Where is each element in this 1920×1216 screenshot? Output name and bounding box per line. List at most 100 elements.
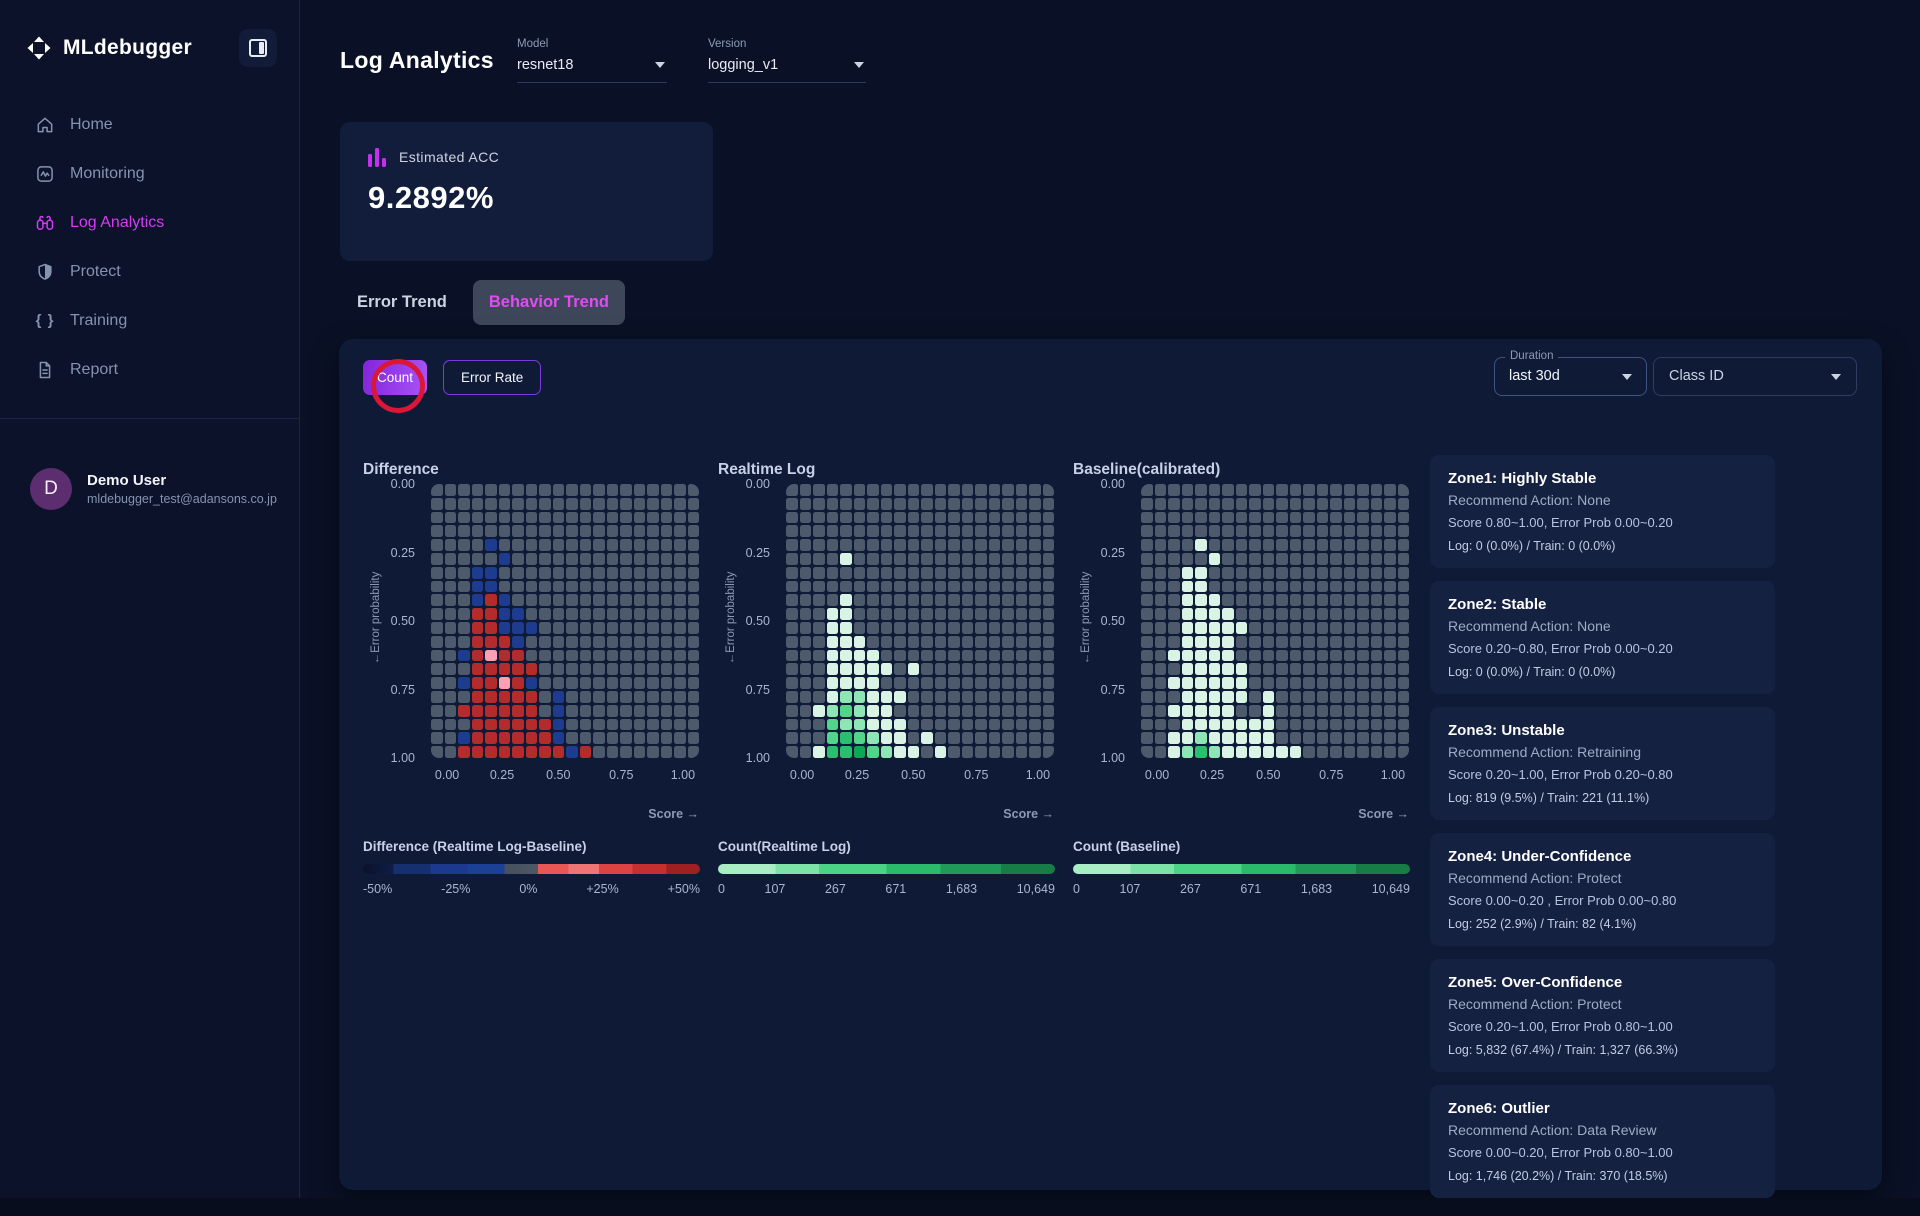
sidebar-item-log-analytics[interactable]: Log Analytics bbox=[0, 198, 299, 247]
logo-row: MLdebugger bbox=[26, 26, 277, 70]
duration-select-value: last 30d bbox=[1509, 368, 1560, 384]
heatmap-grid bbox=[786, 484, 1054, 758]
legend-title: Count (Baseline) bbox=[1073, 839, 1180, 854]
zone-card-2: Zone2: Stable Recommend Action: None Sco… bbox=[1430, 581, 1775, 694]
chart-title: Baseline(calibrated) bbox=[1073, 461, 1220, 479]
legend-tick: 1,683 bbox=[946, 882, 977, 896]
user-email: mldebugger_test@adansons.co.jp bbox=[87, 492, 277, 506]
chevron-down-icon bbox=[655, 62, 665, 68]
document-icon bbox=[35, 360, 55, 380]
zone-range: Score 0.00~0.20, Error Prob 0.80~1.00 bbox=[1448, 1145, 1757, 1160]
legend-tick: -25% bbox=[441, 882, 470, 896]
x-tick: 0.25 bbox=[490, 768, 514, 782]
x-tick: 0.50 bbox=[1256, 768, 1280, 782]
x-tick: 0.75 bbox=[609, 768, 633, 782]
zone-title: Zone6: Outlier bbox=[1448, 1100, 1757, 1117]
zone-card-3: Zone3: Unstable Recommend Action: Retrai… bbox=[1430, 707, 1775, 820]
count-button[interactable]: Count bbox=[363, 360, 427, 395]
tab-error-trend[interactable]: Error Trend bbox=[341, 280, 463, 325]
y-axis-ticks: 0.00 0.25 0.50 0.75 1.00 bbox=[732, 484, 778, 758]
home-icon bbox=[35, 115, 55, 135]
zone-title: Zone5: Over-Confidence bbox=[1448, 974, 1757, 991]
zone-action: Recommend Action: Retraining bbox=[1448, 744, 1757, 760]
sidebar-item-label: Monitoring bbox=[70, 165, 145, 183]
y-tick: 0.00 bbox=[391, 477, 415, 491]
zone-range: Score 0.20~1.00, Error Prob 0.20~0.80 bbox=[1448, 767, 1757, 782]
heatmap-grid bbox=[1141, 484, 1409, 758]
x-tick: 1.00 bbox=[1026, 768, 1050, 782]
user-profile[interactable]: D Demo User mldebugger_test@adansons.co.… bbox=[30, 468, 277, 510]
sidebar: MLdebugger Home Monitoring Log Analytics bbox=[0, 0, 300, 1216]
x-tick: 1.00 bbox=[671, 768, 695, 782]
score-axis-label: Score → bbox=[431, 807, 699, 821]
y-tick: 0.00 bbox=[1101, 477, 1125, 491]
legend-tick: 0% bbox=[519, 882, 537, 896]
realtime-log-heatmap: Realtime Log ←Error probability 0.00 0.2… bbox=[718, 455, 1058, 915]
x-tick: 0.75 bbox=[964, 768, 988, 782]
legend-tick: 267 bbox=[1180, 882, 1201, 896]
binoculars-icon bbox=[35, 213, 55, 233]
legend-tick: 0 bbox=[1073, 882, 1080, 896]
diverging-color-legend bbox=[363, 864, 700, 874]
version-select-value: logging_v1 bbox=[708, 57, 778, 73]
zone-action: Recommend Action: Protect bbox=[1448, 996, 1757, 1012]
chevron-down-icon bbox=[1831, 374, 1841, 380]
y-tick: 0.50 bbox=[746, 614, 770, 628]
shield-icon bbox=[35, 262, 55, 282]
sidebar-item-label: Report bbox=[70, 361, 118, 379]
class-id-select-label: Class ID bbox=[1669, 368, 1724, 384]
zone-cards: Zone1: Highly Stable Recommend Action: N… bbox=[1430, 455, 1775, 1211]
heatmap-grid bbox=[431, 484, 699, 758]
zone-range: Score 0.00~0.20 , Error Prob 0.00~0.80 bbox=[1448, 893, 1757, 908]
sidebar-collapse-button[interactable] bbox=[239, 29, 277, 67]
legend-tick: +50% bbox=[668, 882, 700, 896]
zone-action: Recommend Action: None bbox=[1448, 618, 1757, 634]
chevron-down-icon bbox=[1622, 374, 1632, 380]
sidebar-item-protect[interactable]: Protect bbox=[0, 247, 299, 296]
count-color-legend bbox=[1073, 864, 1410, 874]
zone-range: Score 0.80~1.00, Error Prob 0.00~0.20 bbox=[1448, 515, 1757, 530]
sidebar-nav: Home Monitoring Log Analytics Protect { … bbox=[0, 100, 299, 394]
sidebar-item-label: Home bbox=[70, 116, 113, 134]
sidebar-item-monitoring[interactable]: Monitoring bbox=[0, 149, 299, 198]
sidebar-item-home[interactable]: Home bbox=[0, 100, 299, 149]
x-axis-ticks: 0.00 0.25 0.50 0.75 1.00 bbox=[1141, 768, 1409, 784]
legend-ticks: -50% -25% 0% +25% +50% bbox=[363, 882, 700, 896]
legend-ticks: 0 107 267 671 1,683 10,649 bbox=[718, 882, 1055, 896]
version-select-label: Version bbox=[708, 38, 866, 50]
x-tick: 0.50 bbox=[546, 768, 570, 782]
error-rate-button[interactable]: Error Rate bbox=[443, 360, 541, 395]
x-tick: 0.50 bbox=[901, 768, 925, 782]
x-tick: 0.00 bbox=[790, 768, 814, 782]
sidebar-item-training[interactable]: { } Training bbox=[0, 296, 299, 345]
count-color-legend bbox=[718, 864, 1055, 874]
user-name: Demo User bbox=[87, 472, 277, 489]
zone-action: Recommend Action: Protect bbox=[1448, 870, 1757, 886]
y-tick: 0.75 bbox=[391, 683, 415, 697]
x-tick: 0.00 bbox=[1145, 768, 1169, 782]
duration-select-label: Duration bbox=[1505, 350, 1558, 362]
y-tick: 0.25 bbox=[391, 546, 415, 560]
sidebar-item-label: Training bbox=[70, 312, 127, 330]
acc-card-label: Estimated ACC bbox=[399, 149, 499, 165]
sidebar-item-report[interactable]: Report bbox=[0, 345, 299, 394]
app-logo-icon bbox=[26, 35, 52, 61]
y-tick: 0.75 bbox=[1101, 683, 1125, 697]
duration-select[interactable]: Duration last 30d bbox=[1494, 357, 1647, 396]
legend-title: Count(Realtime Log) bbox=[718, 839, 851, 854]
version-select[interactable]: Version logging_v1 bbox=[708, 38, 866, 83]
model-select-value: resnet18 bbox=[517, 57, 573, 73]
class-id-select[interactable]: Class ID bbox=[1653, 357, 1857, 396]
legend-tick: 1,683 bbox=[1301, 882, 1332, 896]
model-select[interactable]: Model resnet18 bbox=[517, 38, 667, 83]
avatar: D bbox=[30, 468, 72, 510]
legend-tick: 10,649 bbox=[1017, 882, 1055, 896]
zone-stats: Log: 0 (0.0%) / Train: 0 (0.0%) bbox=[1448, 665, 1757, 679]
x-tick: 1.00 bbox=[1381, 768, 1405, 782]
x-tick: 0.25 bbox=[845, 768, 869, 782]
tab-behavior-trend[interactable]: Behavior Trend bbox=[473, 280, 625, 325]
zone-stats: Log: 819 (9.5%) / Train: 221 (11.1%) bbox=[1448, 791, 1757, 805]
legend-tick: 671 bbox=[885, 882, 906, 896]
y-tick: 1.00 bbox=[1101, 751, 1125, 765]
y-axis-ticks: 0.00 0.25 0.50 0.75 1.00 bbox=[1087, 484, 1133, 758]
